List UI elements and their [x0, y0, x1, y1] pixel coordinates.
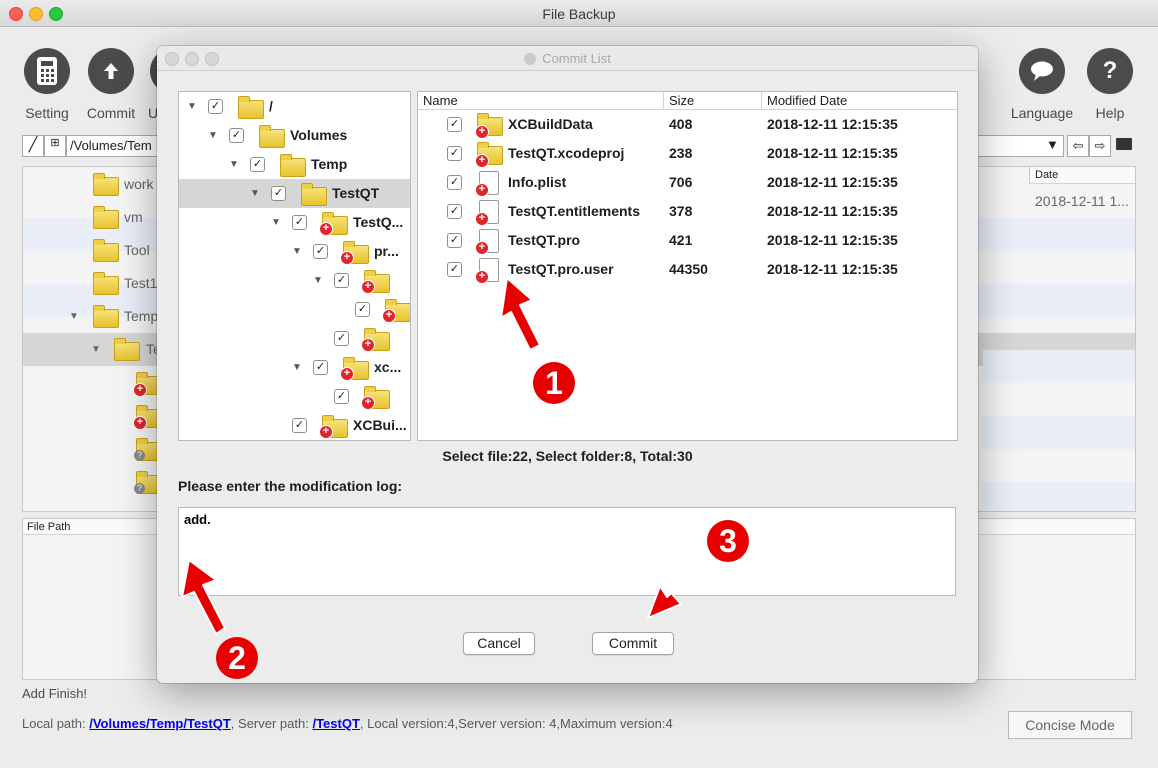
annotation-number-3: 3 — [707, 520, 749, 562]
annotation-number-2: 2 — [216, 637, 258, 679]
annotation-arrow-3 — [647, 561, 709, 619]
annotation-arrow-2 — [181, 559, 226, 635]
annotation-number-1: 1 — [533, 362, 575, 404]
annotation-arrow-1 — [500, 277, 541, 351]
annotation-arrows — [181, 277, 709, 635]
